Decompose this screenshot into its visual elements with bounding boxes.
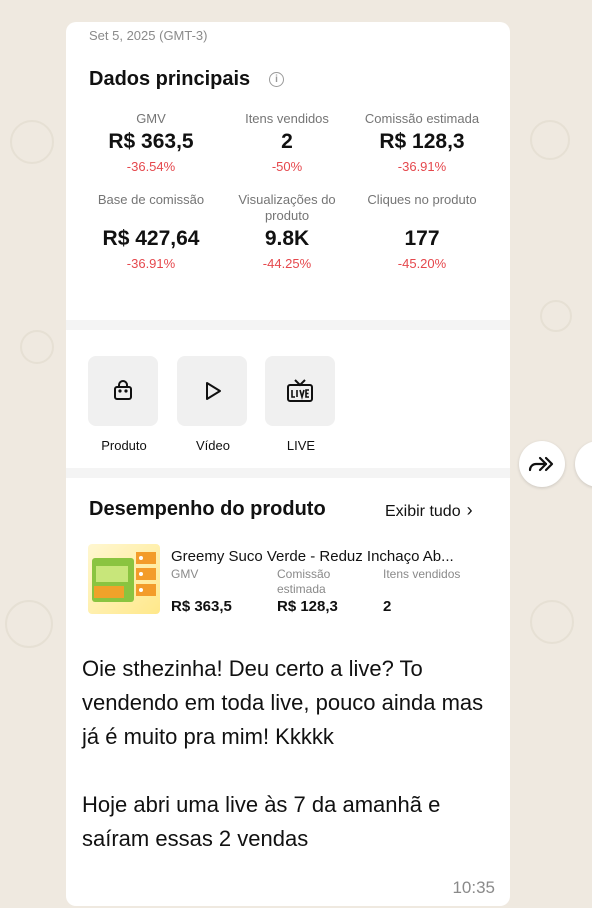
tool-product[interactable]: Produto (88, 356, 160, 453)
view-all-label: Exibir tudo (385, 503, 461, 520)
metric-change: -45.20% (397, 256, 447, 271)
section-divider (66, 468, 510, 478)
tool-live-box[interactable] (265, 356, 335, 426)
metric-value: 177 (404, 227, 440, 250)
view-all-link[interactable]: Exibir tudo › (385, 500, 473, 521)
metric-value: 2 (281, 130, 293, 153)
product-commission: Comissão estimada R$ 128,3 (277, 567, 357, 615)
metric-value: 9.8K (264, 227, 310, 250)
metric-label: Visualizações do produto (238, 192, 336, 223)
wallpaper-doodle (530, 120, 570, 160)
main-data-title: Dados principais (89, 68, 251, 90)
metric-change: -36.91% (126, 256, 176, 271)
product-items-label: Itens vendidos (383, 567, 461, 581)
metric-product-views: Visualizações do produto 9.8K -44.25% (217, 192, 357, 271)
wallpaper-doodle (20, 330, 54, 364)
product-commission-label: Comissão estimada (277, 567, 331, 596)
report-date: Set 5, 2025 (GMT-3) (89, 28, 208, 43)
forward-button[interactable] (519, 441, 565, 487)
section-divider (66, 320, 510, 330)
tool-label: Produto (101, 438, 147, 453)
edge-action-button[interactable] (575, 441, 592, 487)
product-image (92, 552, 156, 602)
metric-label: Base de comissão (97, 192, 205, 207)
live-tv-icon (287, 379, 313, 402)
metric-change: -44.25% (262, 256, 312, 271)
tool-video-box[interactable] (177, 356, 247, 426)
metric-value: R$ 128,3 (379, 130, 465, 153)
metric-label: Comissão estimada (364, 111, 480, 126)
product-name[interactable]: Greemy Suco Verde - Reduz Inchaço Ab... (171, 548, 501, 565)
metric-label: GMV (136, 111, 166, 126)
forward-icon (528, 456, 554, 472)
metric-change: -50% (271, 159, 303, 174)
wallpaper-doodle (10, 120, 54, 164)
metric-commission-base: Base de comissão R$ 427,64 -36.91% (81, 192, 221, 271)
tool-label: LIVE (286, 438, 316, 453)
tool-product-box[interactable] (88, 356, 158, 426)
message-time: 10:35 (452, 878, 495, 897)
metric-label: Cliques no produto (367, 192, 477, 207)
metric-gmv: GMV R$ 363,5 -36.54% (81, 111, 221, 174)
play-icon (206, 382, 221, 400)
metric-items-sold: Itens vendidos 2 -50% (217, 111, 357, 174)
shopping-bag-icon (114, 380, 132, 400)
metric-label: Itens vendidos (245, 111, 329, 126)
metric-change: -36.54% (126, 159, 176, 174)
wallpaper-doodle (540, 300, 572, 332)
product-gmv-value: R$ 363,5 (171, 598, 232, 615)
message-bubble: Set 5, 2025 (GMT-3) Dados principais i G… (66, 22, 510, 906)
product-items-value: 2 (383, 598, 392, 615)
tool-label: Vídeo (196, 438, 230, 453)
product-gmv-label: GMV (171, 567, 199, 581)
info-icon[interactable]: i (269, 72, 284, 87)
tool-live[interactable]: LIVE (265, 356, 337, 453)
product-items: Itens vendidos 2 (383, 567, 493, 615)
metric-product-clicks: Cliques no produto 177 -45.20% (352, 192, 492, 271)
metric-estimated-commission: Comissão estimada R$ 128,3 -36.91% (352, 111, 492, 174)
chevron-right-icon: › (466, 500, 473, 520)
tool-video[interactable]: Vídeo (177, 356, 249, 453)
metric-change: -36.91% (397, 159, 447, 174)
product-commission-value: R$ 128,3 (277, 598, 338, 615)
product-thumbnail[interactable] (88, 544, 160, 614)
message-text: Oie sthezinha! Deu certo a live? To vend… (82, 656, 484, 851)
wallpaper-doodle (530, 600, 574, 644)
performance-title: Desempenho do produto (89, 498, 326, 520)
wallpaper-doodle (5, 600, 53, 648)
product-gmv: GMV R$ 363,5 (171, 567, 266, 615)
metric-value: R$ 427,64 (102, 227, 200, 250)
metric-value: R$ 363,5 (108, 130, 194, 153)
